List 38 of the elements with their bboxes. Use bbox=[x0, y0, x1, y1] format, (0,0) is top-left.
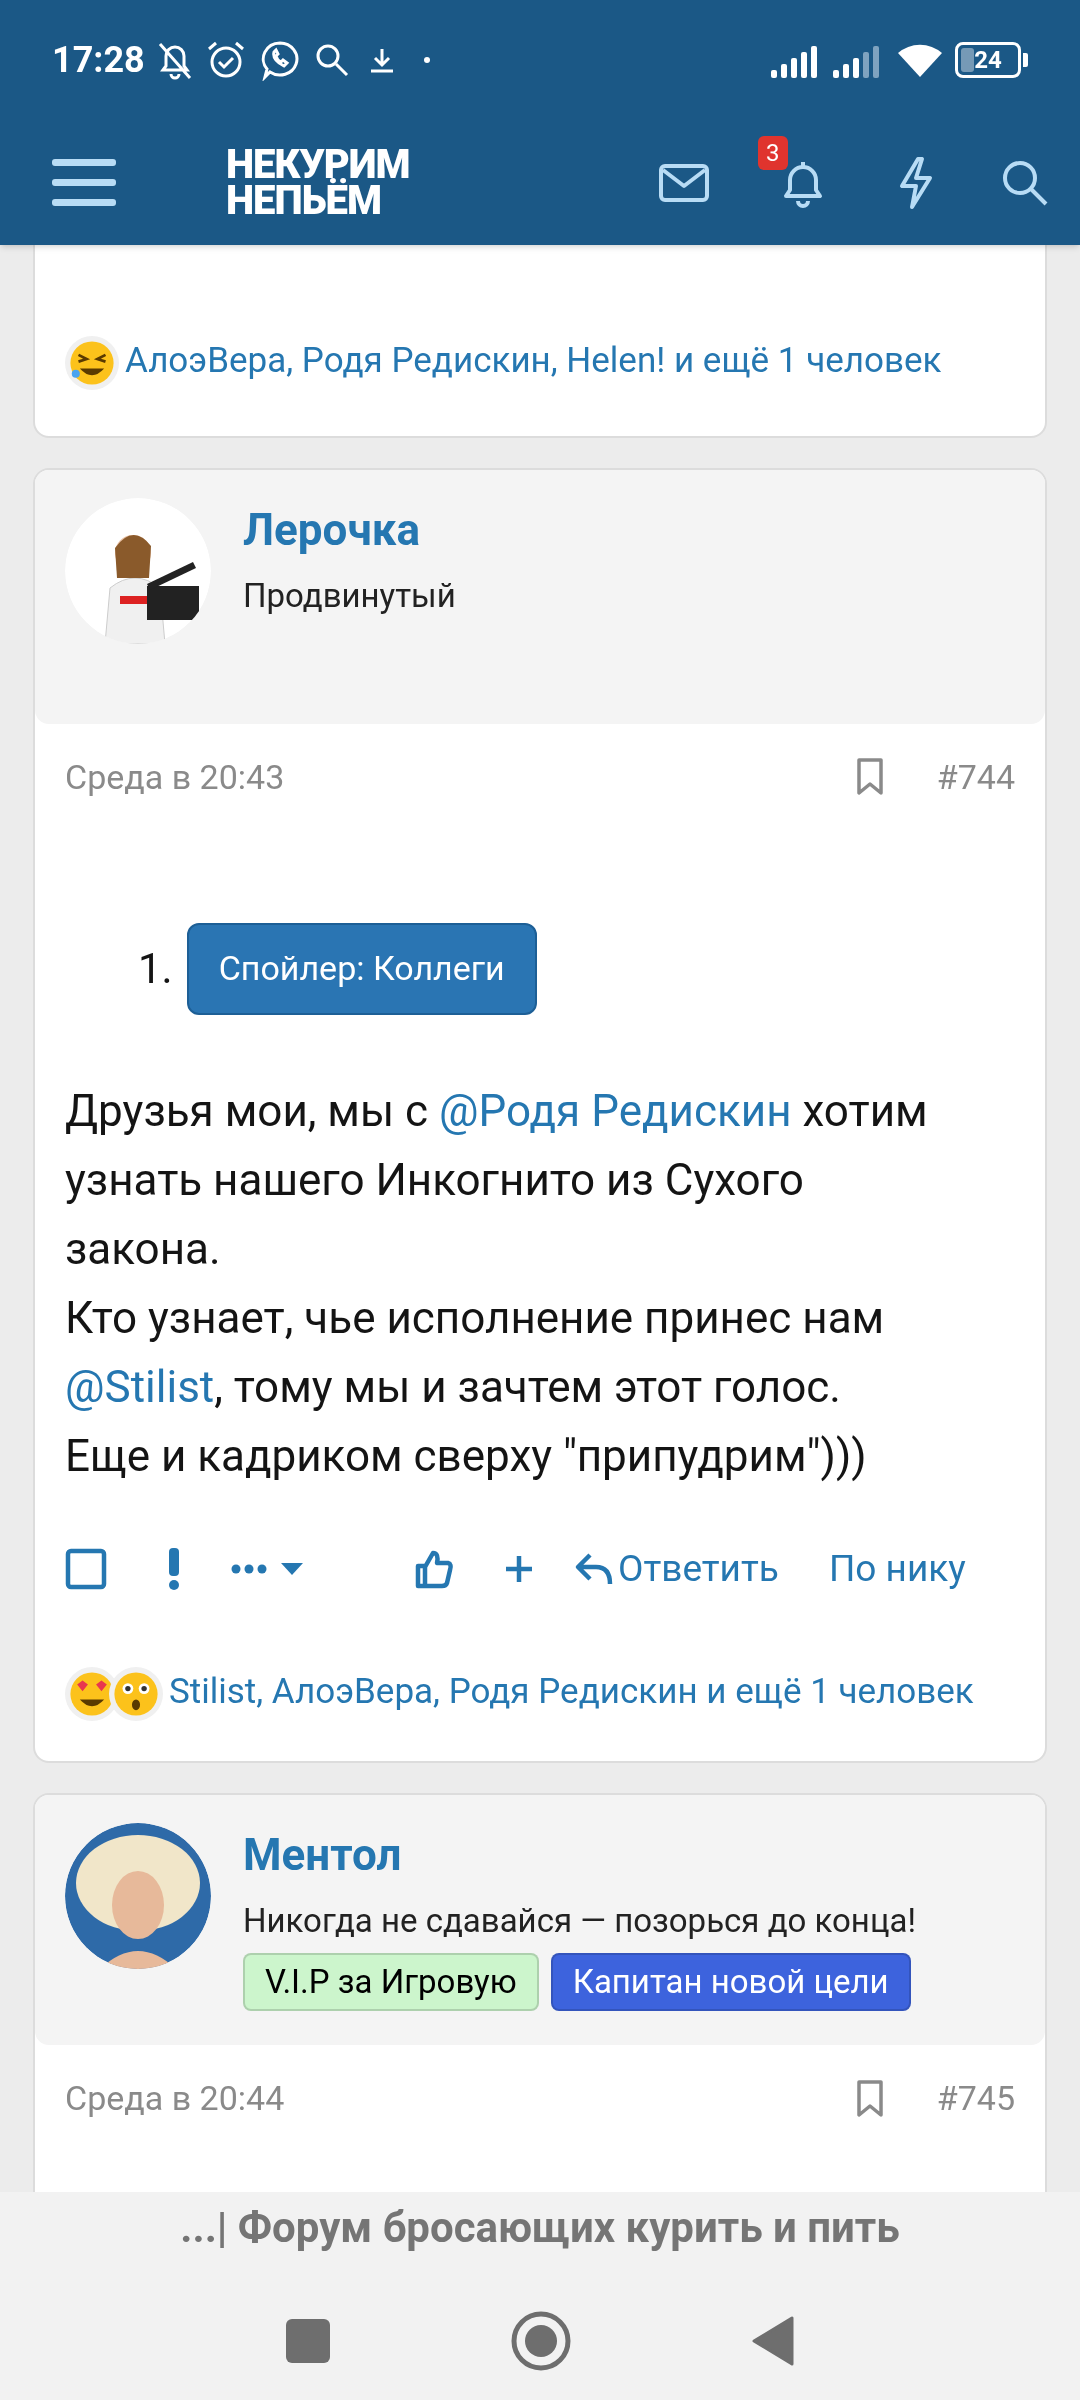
spoiler-button[interactable]: Спойлер: Коллеги bbox=[186, 922, 537, 1015]
thumbs-up-icon[interactable] bbox=[414, 1548, 454, 1589]
post-text: Друзья мои, мы с @Родя Редискин хотим узнать нашего Инкогнито из Сухого закона. bbox=[65, 1083, 929, 1277]
clock-time: 17:28 bbox=[52, 38, 145, 83]
mention-link[interactable]: @Родя Редискин bbox=[439, 1084, 792, 1137]
user-badge: Капитан новой цели bbox=[550, 1953, 911, 2011]
list-marker: 1. bbox=[138, 943, 173, 996]
post-date[interactable]: Среда в 20:44 bbox=[65, 2073, 855, 2124]
notification-badge: 3 bbox=[758, 135, 788, 170]
reactions-link[interactable]: Stilist, АлоэВера, Родя Редискин и ещё 1 человек bbox=[169, 1671, 974, 1713]
post-number[interactable]: #745 bbox=[936, 2073, 1015, 2124]
mention-link[interactable]: @Stilist bbox=[65, 1360, 215, 1413]
author-name[interactable]: Ментол bbox=[243, 1825, 916, 1885]
envelope-icon[interactable] bbox=[658, 161, 710, 204]
post-date[interactable]: Среда в 20:43 bbox=[65, 751, 855, 803]
rofl-emoji-icon bbox=[65, 335, 119, 390]
author-title: Продвинутый bbox=[243, 574, 456, 617]
reply-button[interactable]: Ответить bbox=[574, 1540, 779, 1597]
author-title: Никогда не сдавайся — позорься до конца! bbox=[243, 1900, 916, 1942]
post-text: Кто узнает, чье исполнение принес нам @Stilist, тому мы и зачтем этот голос. bbox=[65, 1290, 886, 1415]
post-number[interactable]: #744 bbox=[936, 751, 1015, 803]
astonished-emoji-icon bbox=[109, 1667, 163, 1721]
quote-by-nick-button[interactable]: По нику bbox=[828, 1540, 966, 1597]
reactions-link[interactable]: АлоэВера, Родя Редискин, Helen! и ещё 1 человек bbox=[125, 340, 942, 381]
user-badge: V.I.P за Игровую bbox=[243, 1953, 539, 2011]
dot-icon bbox=[422, 56, 431, 64]
author-name[interactable]: Лерочка bbox=[243, 499, 456, 560]
back-button[interactable] bbox=[752, 2316, 794, 2366]
bookmark-icon[interactable] bbox=[854, 757, 885, 798]
home-button[interactable] bbox=[510, 2310, 572, 2372]
post-text: Еще и кадриком сверху "припудрим"))) bbox=[65, 1428, 868, 1484]
bookmark-icon[interactable] bbox=[854, 2078, 885, 2119]
page-title: ...| Форум бросающих курить и пить bbox=[180, 2202, 900, 2254]
exclamation-icon[interactable] bbox=[167, 1547, 181, 1590]
site-logo[interactable]: НЕКУРИМ НЕПЬЁМ bbox=[226, 146, 410, 219]
plus-icon[interactable] bbox=[504, 1553, 534, 1584]
checkbox-icon[interactable] bbox=[65, 1547, 107, 1590]
reply-arrow-icon bbox=[574, 1550, 614, 1587]
